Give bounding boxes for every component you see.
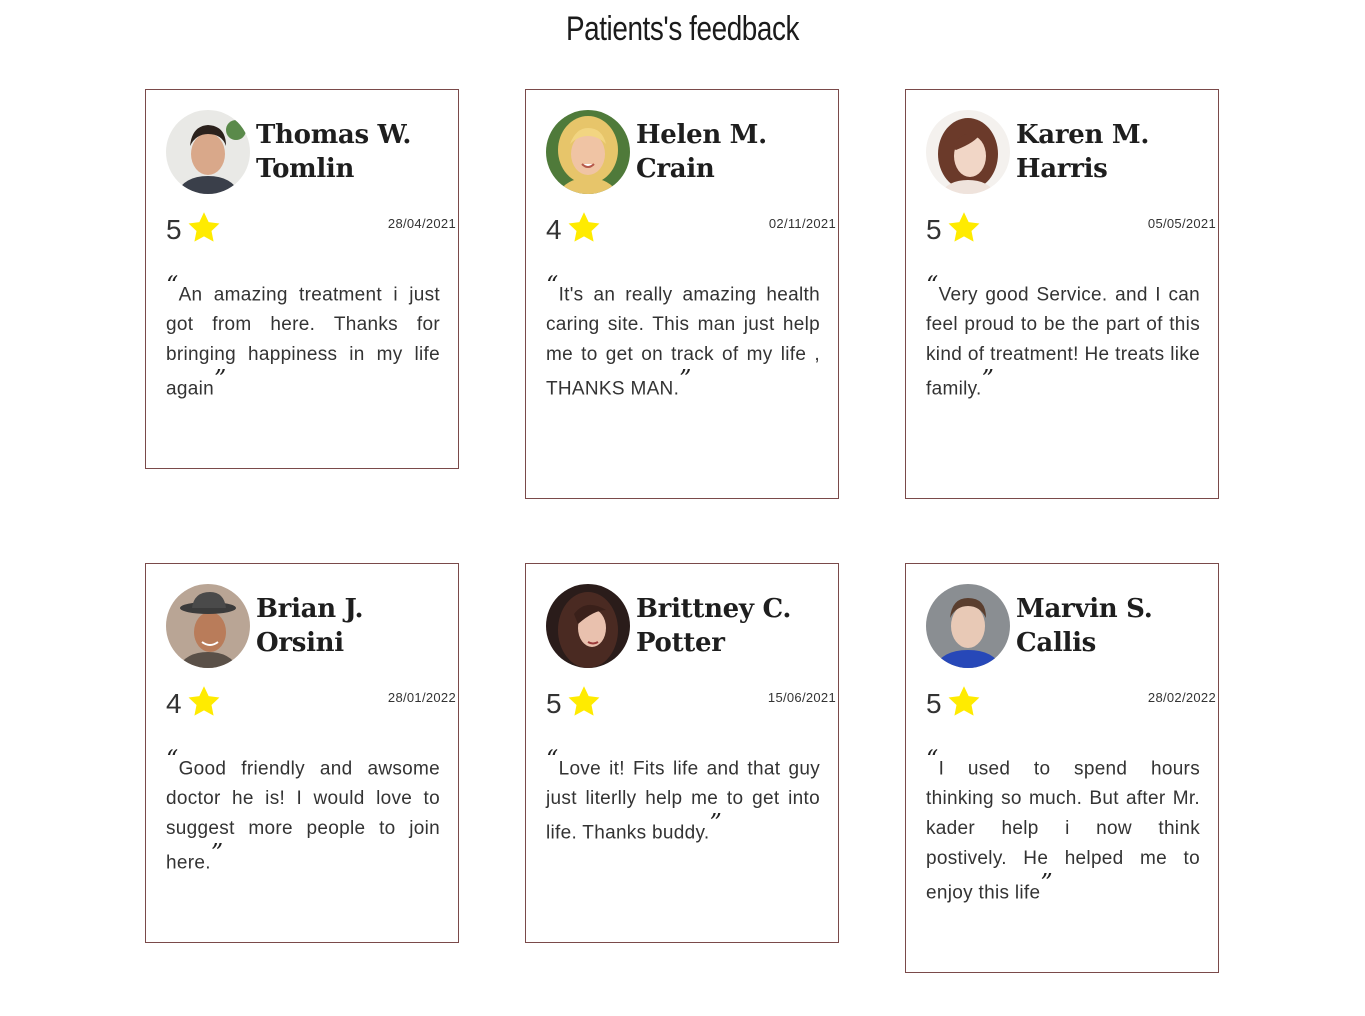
star-icon [186,210,222,251]
review-date: 28/04/2021 [387,216,456,231]
feedback-card: Brian J. Orsini 4 28/01/2022 “Good friend… [145,563,459,943]
star-icon [946,684,982,725]
feedback-card: Karen M. Harris 5 05/05/2021 “Very good S… [905,89,1219,499]
patient-name: Marvin S. Callis [1016,594,1153,658]
patient-name: Brian J. Orsini [256,594,364,658]
review-date: 05/05/2021 [1147,216,1216,231]
patient-name: Helen M. Crain [636,120,767,184]
feedback-card: Brittney C. Potter 5 15/06/2021 “Love it!… [525,563,839,943]
comment-text: “Very good Service. and I can feel proud… [926,271,1200,400]
close-quote: ” [210,839,224,868]
close-quote: ” [679,365,692,394]
open-quote: “ [546,745,559,773]
star-icon [566,210,602,251]
rating-value: 5 [546,688,562,719]
avatar [546,584,630,668]
close-quote: ” [1040,869,1053,898]
patient-name: Thomas W. Tomlin [256,120,412,184]
open-quote: “ [926,745,939,773]
comment-text: “Good friendly and awsome doctor he is! … [166,745,440,874]
rating-value: 5 [926,688,942,719]
close-quote: ” [709,809,723,838]
rating: 5 [926,210,982,250]
star-icon [566,684,602,725]
rating: 5 [166,210,222,250]
rating-value: 4 [546,214,562,245]
star-icon [186,684,222,725]
feedback-card: Helen M. Crain 4 02/11/2021 “It's an real… [525,89,839,499]
rating: 5 [546,684,602,724]
comment-text: “It's an really amazing health caring si… [546,271,820,400]
star-icon [946,210,982,251]
patient-name: Karen M. Harris [1016,120,1150,184]
avatar [166,110,250,194]
open-quote: “ [166,745,179,773]
open-quote: “ [166,271,179,299]
rating-value: 4 [166,688,182,719]
review-date: 02/11/2021 [768,216,836,231]
avatar [926,110,1010,194]
review-date: 15/06/2021 [767,690,836,705]
avatar [166,584,250,668]
avatar [926,584,1010,668]
page-title: Patients's feedback [565,10,800,48]
close-quote: ” [214,365,227,394]
feedback-card: Thomas W. Tomlin 5 28/04/2021 “An amazing… [145,89,459,469]
review-date: 28/02/2022 [1147,690,1216,705]
rating: 4 [546,210,602,250]
comment-text: “I used to spend hours thinking so much.… [926,745,1200,904]
rating-value: 5 [926,214,942,245]
rating-value: 5 [166,214,182,245]
comment-text: “An amazing treatment i just got from he… [166,271,440,400]
avatar [546,110,630,194]
open-quote: “ [546,271,559,299]
open-quote: “ [926,271,939,299]
feedback-card: Marvin S. Callis 5 28/02/2022 “I used to … [905,563,1219,973]
review-date: 28/01/2022 [387,690,456,705]
rating: 4 [166,684,222,724]
rating: 5 [926,684,982,724]
comment-text: “Love it! Fits life and that guy just li… [546,745,820,844]
patient-name: Brittney C. Potter [636,594,792,658]
close-quote: ” [981,365,995,394]
